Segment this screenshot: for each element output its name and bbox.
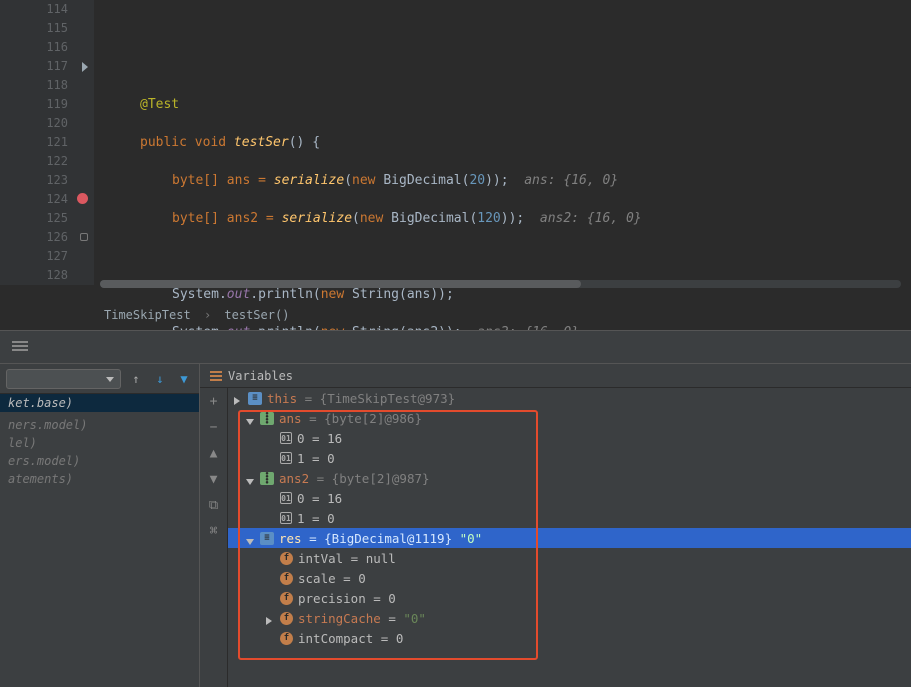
- filter-frames-button[interactable]: ▼: [175, 370, 193, 388]
- var-node-res[interactable]: ≡res = {BigDecimal@1119} "0": [228, 528, 911, 548]
- breadcrumb-separator: ›: [204, 308, 211, 322]
- field-icon: f: [280, 572, 293, 585]
- var-node-intcompact[interactable]: fintCompact = 0: [228, 628, 911, 648]
- var-node-ans[interactable]: ⁞ans = {byte[2]@986}: [228, 408, 911, 428]
- field-icon: f: [280, 592, 293, 605]
- frame-row[interactable]: ers.model): [0, 452, 199, 470]
- line-number[interactable]: 120: [0, 114, 68, 133]
- remove-watch-button[interactable]: −: [206, 420, 222, 436]
- line-number[interactable]: 115: [0, 19, 68, 38]
- field-icon: f: [280, 612, 293, 625]
- run-arrow-icon[interactable]: [82, 62, 88, 72]
- evaluate-button[interactable]: ⌘: [206, 524, 222, 540]
- line-number[interactable]: 118: [0, 76, 68, 95]
- frame-row[interactable]: ket.base): [0, 394, 199, 412]
- scrollbar-thumb[interactable]: [100, 280, 581, 288]
- frame-row[interactable]: atements): [0, 470, 199, 488]
- index-icon: 01: [280, 432, 292, 444]
- variables-tree[interactable]: ≡this = {TimeSkipTest@973} ⁞ans = {byte[…: [228, 388, 911, 648]
- var-node-stringcache[interactable]: fstringCache = "0": [228, 608, 911, 628]
- line-number[interactable]: 119: [0, 95, 68, 114]
- thread-selector[interactable]: [6, 369, 121, 389]
- var-node-ans-1[interactable]: 011 = 0: [228, 448, 911, 468]
- line-number[interactable]: 122: [0, 152, 68, 171]
- annotation: @Test: [140, 97, 179, 112]
- collapse-icon[interactable]: [246, 413, 256, 423]
- line-number[interactable]: 124: [0, 190, 68, 209]
- variables-header: Variables: [200, 364, 911, 388]
- array-icon: ⁞: [260, 472, 274, 485]
- gutter[interactable]: 114 115 116 117 118 119 120 121 122 123 …: [0, 0, 94, 285]
- array-icon: ⁞: [260, 412, 274, 425]
- line-number[interactable]: 127: [0, 247, 68, 266]
- variables-title: Variables: [228, 369, 293, 383]
- variables-panel: Variables + − ▲ ▼ ⧉ ⌘ ≡this = {TimeSkipT…: [200, 364, 911, 687]
- next-frame-button[interactable]: ↓: [151, 370, 169, 388]
- copy-button[interactable]: ⧉: [206, 498, 222, 514]
- line-number[interactable]: 123: [0, 171, 68, 190]
- var-node-this[interactable]: ≡this = {TimeSkipTest@973}: [228, 388, 911, 408]
- editor-area: 114 115 116 117 118 119 120 121 122 123 …: [0, 0, 911, 300]
- breadcrumb-class[interactable]: TimeSkipTest: [104, 308, 191, 322]
- frame-row[interactable]: lel): [0, 434, 199, 452]
- expand-icon[interactable]: [266, 613, 276, 623]
- line-number[interactable]: 126: [0, 228, 68, 247]
- frames-panel: ↑ ↓ ▼ ket.base) ners.model) lel) ers.mod…: [0, 364, 200, 687]
- frame-row[interactable]: [0, 488, 199, 492]
- collapse-icon[interactable]: [246, 473, 256, 483]
- frame-row[interactable]: ners.model): [0, 416, 199, 434]
- expand-icon[interactable]: [234, 393, 244, 403]
- object-icon: ≡: [260, 532, 274, 545]
- var-node-ans-0[interactable]: 010 = 16: [228, 428, 911, 448]
- variables-icon: [210, 371, 222, 381]
- up-button[interactable]: ▲: [206, 446, 222, 462]
- index-icon: 01: [280, 512, 292, 524]
- frames-toolbar: ↑ ↓ ▼: [0, 364, 199, 394]
- var-node-precision[interactable]: fprecision = 0: [228, 588, 911, 608]
- breadcrumb-method[interactable]: testSer(): [224, 308, 289, 322]
- breadcrumb[interactable]: TimeSkipTest › testSer(): [104, 308, 289, 322]
- collapse-icon[interactable]: [246, 533, 256, 543]
- line-number[interactable]: 117: [0, 57, 68, 76]
- line-number[interactable]: 128: [0, 266, 68, 285]
- add-watch-button[interactable]: +: [206, 394, 222, 410]
- object-icon: ≡: [248, 392, 262, 405]
- down-button[interactable]: ▼: [206, 472, 222, 488]
- var-node-intval[interactable]: fintVal = null: [228, 548, 911, 568]
- panel-divider[interactable]: [0, 330, 911, 364]
- index-icon: 01: [280, 452, 292, 464]
- field-icon: f: [280, 632, 293, 645]
- debug-area: ↑ ↓ ▼ ket.base) ners.model) lel) ers.mod…: [0, 364, 911, 687]
- horizontal-scrollbar[interactable]: [100, 280, 901, 288]
- line-number[interactable]: 121: [0, 133, 68, 152]
- var-node-scale[interactable]: fscale = 0: [228, 568, 911, 588]
- line-number[interactable]: 116: [0, 38, 68, 57]
- var-node-ans2-1[interactable]: 011 = 0: [228, 508, 911, 528]
- index-icon: 01: [280, 492, 292, 504]
- layout-icon[interactable]: [12, 341, 28, 351]
- field-icon: f: [280, 552, 293, 565]
- var-node-ans2[interactable]: ⁞ans2 = {byte[2]@987}: [228, 468, 911, 488]
- prev-frame-button[interactable]: ↑: [127, 370, 145, 388]
- var-node-ans2-0[interactable]: 010 = 16: [228, 488, 911, 508]
- line-number[interactable]: 114: [0, 0, 68, 19]
- breakpoint-icon[interactable]: [77, 193, 88, 204]
- line-number[interactable]: 125: [0, 209, 68, 228]
- variables-toolbar: + − ▲ ▼ ⧉ ⌘: [200, 388, 228, 687]
- fold-icon[interactable]: [80, 233, 88, 241]
